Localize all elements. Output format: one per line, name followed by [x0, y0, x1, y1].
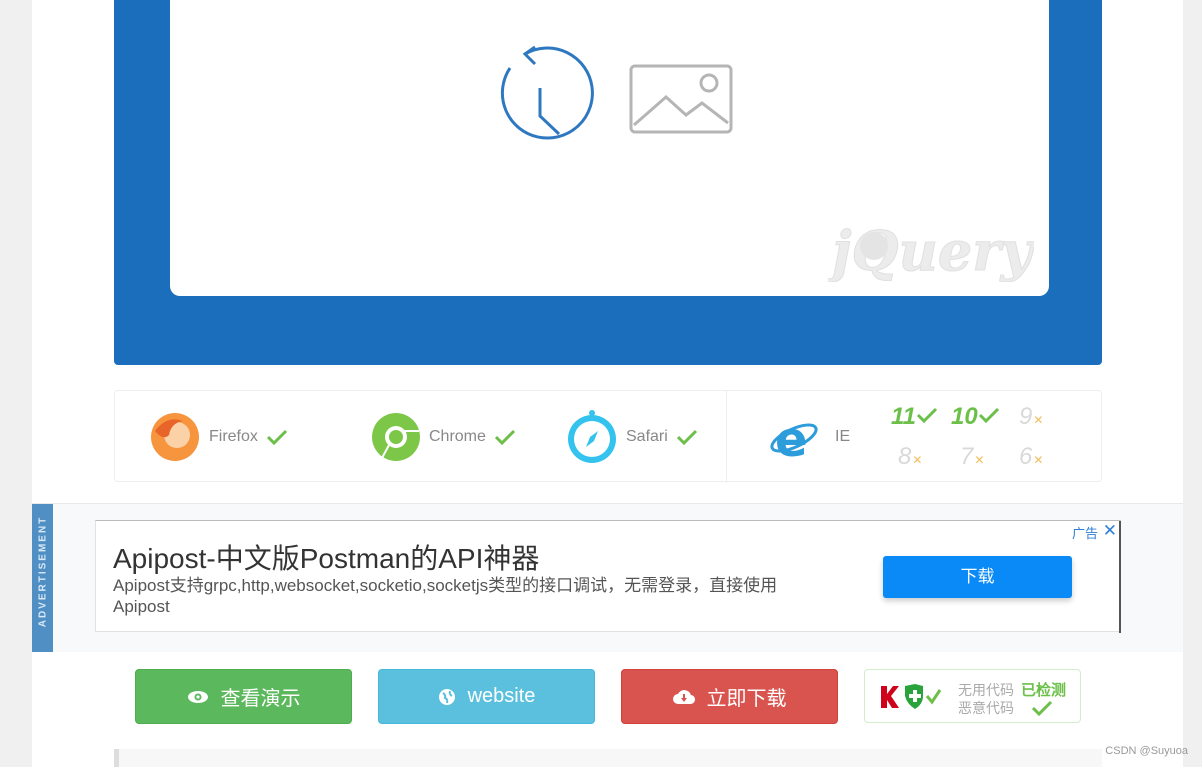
- view-demo-button[interactable]: 查看演示: [135, 669, 352, 724]
- browser-name: Chrome: [429, 428, 486, 445]
- image-placeholder-icon: [629, 64, 733, 134]
- ie-icon: e: [770, 412, 818, 462]
- view-demo-label: 查看演示: [220, 688, 301, 710]
- browser-chrome: Chrome: [371, 391, 516, 483]
- demo-preview-canvas: jQuery: [170, 0, 1049, 296]
- unused-code-label: 无用代码: [958, 682, 1014, 698]
- safari-icon: [568, 410, 616, 463]
- source-credit: CSDN @Suyuoa: [1105, 745, 1188, 757]
- shield-icon: [881, 684, 941, 709]
- ad-description: Apipost支持grpc,http,websocket,socketio,so…: [113, 576, 778, 616]
- close-icon[interactable]: ✕: [1103, 521, 1117, 541]
- firefox-icon: [151, 413, 199, 461]
- globe-icon: [438, 688, 455, 705]
- ie-version-number: 8: [898, 443, 912, 470]
- divider: [726, 391, 727, 483]
- website-label: website: [467, 685, 536, 707]
- svg-text:jQuery: jQuery: [828, 219, 1034, 282]
- check-icon: [266, 429, 287, 446]
- chrome-icon: [372, 413, 420, 461]
- cross-icon: ✕: [912, 453, 923, 467]
- ad-title[interactable]: Apipost-中文版Postman的API神器: [113, 537, 539, 577]
- code-block: [114, 749, 1102, 767]
- browser-firefox: Firefox: [149, 391, 288, 483]
- cloud-download-icon: [672, 689, 695, 704]
- ad-tag: 广告: [1071, 526, 1098, 541]
- download-now-label: 立即下载: [706, 688, 787, 710]
- check-icon: [978, 407, 999, 424]
- browser-name: Firefox: [209, 428, 258, 445]
- browser-name: IE: [835, 428, 851, 445]
- cross-icon: ✕: [1033, 453, 1044, 467]
- cross-icon: ✕: [974, 453, 985, 467]
- ie-version-7: 7✕: [960, 443, 984, 471]
- ie-version-9: 9✕: [1019, 403, 1043, 431]
- check-icon: [494, 429, 515, 446]
- browser-name: Safari: [626, 428, 668, 445]
- advertisement-label: ADVERTISEMENT: [37, 515, 49, 628]
- advertisement-strip: ADVERTISEMENT: [32, 504, 53, 652]
- safety-check-badge: 无用代码 恶意代码 已检测: [864, 669, 1081, 723]
- ie-version-10: 10: [951, 403, 1000, 431]
- ie-version-number: 7: [960, 443, 974, 470]
- divider: [1119, 521, 1121, 633]
- cross-icon: ✕: [1033, 413, 1044, 427]
- ie-version-6: 6✕: [1019, 443, 1043, 471]
- eye-icon: [187, 690, 208, 703]
- browser-ie: e IE: [769, 391, 850, 483]
- check-icon: [676, 429, 697, 446]
- advertisement-section: ADVERTISEMENT Apipost-中文版Postman的API神器 A…: [32, 504, 1183, 652]
- checked-status: 已检测: [1021, 682, 1067, 699]
- demo-preview-frame: jQuery: [114, 0, 1102, 365]
- website-button[interactable]: website: [378, 669, 595, 724]
- download-now-button[interactable]: 立即下载: [621, 669, 838, 724]
- ie-version-number: 6: [1019, 443, 1033, 470]
- malicious-code-label: 恶意代码: [958, 700, 1014, 716]
- browser-safari: Safari: [566, 391, 698, 483]
- ie-version-number: 9: [1019, 403, 1033, 430]
- ie-version-11: 11: [891, 403, 938, 431]
- ie-version-number: 10: [951, 403, 978, 430]
- clock-history-icon: [500, 45, 594, 140]
- ie-version-8: 8✕: [898, 443, 922, 471]
- check-icon: [1031, 700, 1053, 717]
- ad-banner[interactable]: Apipost-中文版Postman的API神器 Apipost支持grpc,h…: [95, 520, 1121, 633]
- ie-version-number: 11: [891, 403, 916, 430]
- ad-download-button[interactable]: 下载: [883, 556, 1072, 598]
- jquery-plugin-watermark-logo: jQuery: [828, 219, 1034, 283]
- browser-compatibility-bar: Firefox Chrome Safari e IE 11 10 9✕ 8✕ 7…: [114, 390, 1102, 483]
- check-icon: [916, 407, 937, 424]
